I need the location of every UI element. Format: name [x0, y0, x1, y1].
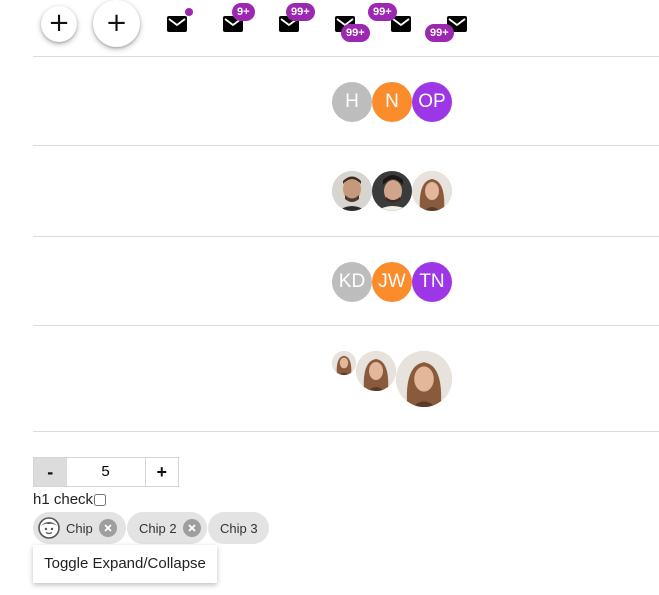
- avatar: JW: [372, 262, 412, 302]
- mail-badge: 99+: [341, 24, 370, 42]
- woman-photo-avatar-large: [396, 351, 452, 407]
- woman-photo-avatar: [412, 171, 452, 211]
- mail-badge: 9+: [232, 3, 255, 21]
- close-icon[interactable]: [182, 519, 201, 537]
- chip-1[interactable]: Chip: [33, 512, 126, 544]
- add-button-large[interactable]: +: [93, 0, 140, 47]
- mail-badge: 99+: [368, 3, 397, 21]
- mail-badge: 99+: [286, 3, 315, 21]
- toggle-expand-collapse-button[interactable]: Toggle Expand/Collapse: [33, 545, 217, 583]
- mail-badge: 99+: [425, 24, 454, 42]
- h1-checkbox[interactable]: [94, 493, 107, 506]
- divider: [33, 431, 659, 432]
- divider: [33, 236, 659, 237]
- plus-icon: +: [48, 8, 70, 38]
- man-photo-avatar: [372, 171, 412, 211]
- plus-icon: +: [105, 7, 128, 38]
- add-button-small[interactable]: +: [41, 6, 77, 42]
- woman-photo-avatar-medium: [356, 351, 396, 391]
- chip-label: Chip: [66, 520, 93, 536]
- divider: [33, 145, 659, 146]
- face-icon: [38, 517, 60, 539]
- h1-check-label: h1 check: [33, 491, 94, 508]
- man-photo-avatar: [332, 171, 372, 211]
- quantity-input[interactable]: [66, 458, 145, 486]
- divider: [33, 56, 659, 57]
- h1-check-row: h1 check: [33, 491, 107, 508]
- quantity-stepper: - +: [33, 457, 179, 487]
- avatar: TN: [412, 262, 452, 302]
- divider: [33, 325, 659, 326]
- notification-dot: [185, 8, 193, 16]
- chip-3[interactable]: Chip 3: [208, 512, 269, 544]
- avatar: KD: [332, 262, 372, 302]
- decrement-button[interactable]: -: [34, 458, 67, 486]
- mail-icon[interactable]: [167, 16, 187, 32]
- chip-label: Chip 3: [220, 520, 258, 536]
- avatar: OP: [412, 82, 452, 122]
- chip-2[interactable]: Chip 2: [127, 512, 207, 544]
- chip-label: Chip 2: [139, 520, 177, 536]
- avatar: H: [332, 82, 372, 122]
- close-icon[interactable]: [98, 519, 117, 537]
- avatar: N: [372, 82, 412, 122]
- increment-button[interactable]: +: [144, 458, 178, 486]
- woman-photo-avatar-small: [332, 351, 356, 375]
